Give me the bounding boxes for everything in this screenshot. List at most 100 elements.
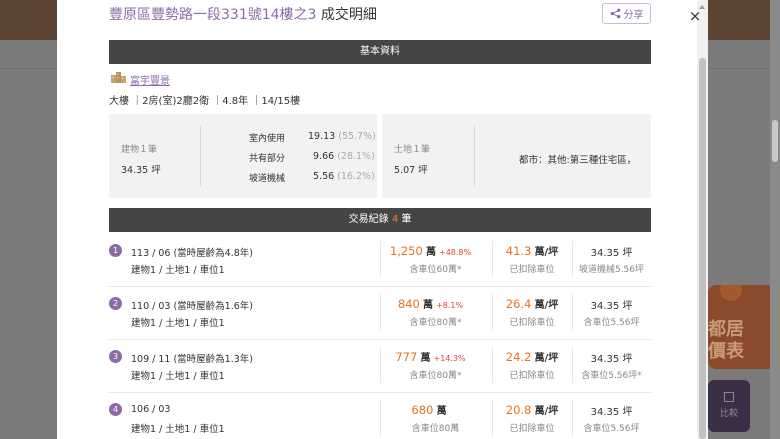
transaction-counts: 建物1 / 土地1 / 車位1 <box>131 318 225 329</box>
total-price: 680 萬 <box>380 402 481 417</box>
transaction-row[interactable]: 2 110 / 03 (當時屋齡為1.6年) 建物1 / 土地1 / 車位1 8… <box>109 288 651 340</box>
address-title: 豐原區豐勢路一段331號14樓之3 <box>109 7 317 23</box>
building-area: 34.35 坪 <box>121 165 161 176</box>
transaction-count: 4 <box>391 214 399 225</box>
transaction-header: 交易紀錄 4 筆 <box>109 208 651 232</box>
ramp-percent: (16.2%) <box>337 171 375 182</box>
price-value: 777 <box>395 350 418 364</box>
land-divider <box>474 126 475 186</box>
land-info-box: 土地１筆 5.07 坪 都市：其他:第三種住宅區， <box>382 114 651 198</box>
price-change: +8.1% <box>436 301 464 310</box>
building-count-label: 建物１筆 <box>121 145 158 155</box>
share-label: 分享 <box>623 10 644 21</box>
unit-price: 26.4 萬/坪 <box>492 296 572 311</box>
share-icon <box>610 8 620 19</box>
transaction-row[interactable]: 3 109 / 11 (當時屋齡為1.3年) 建物1 / 土地1 / 車位1 7… <box>109 341 651 393</box>
area-value: 34.35 坪 <box>590 407 633 418</box>
row-divider <box>109 286 651 287</box>
unit-price-note: 已扣除車位 <box>509 424 555 434</box>
area-value: 34.35 坪 <box>590 354 633 365</box>
unit-price-unit: 萬/坪 <box>534 247 559 258</box>
page-scrollbar[interactable] <box>770 0 780 439</box>
modal-scrollbar[interactable] <box>697 0 708 439</box>
building-icon <box>111 72 126 83</box>
land-count-label: 土地１筆 <box>394 145 431 155</box>
basic-info-header: 基本資料 <box>109 40 651 64</box>
unit-price-value: 26.4 <box>505 297 532 311</box>
price-unit: 萬 <box>426 247 436 258</box>
unit-price-value: 24.2 <box>505 350 532 364</box>
unit-price-note: 已扣除車位 <box>509 318 555 328</box>
common-percent: (28.1%) <box>337 151 375 162</box>
price-unit: 萬 <box>423 300 434 311</box>
unit-price-value: 41.3 <box>505 244 532 258</box>
compare-button: 比較 <box>708 380 750 432</box>
price-value: 1,250 <box>389 244 423 258</box>
page-scrollbar-thumb[interactable] <box>772 120 778 162</box>
area-note: 坡道機械5.56坪 <box>578 265 645 275</box>
building-info-box: 建物１筆 34.35 坪 室內使用 19.13 (55.7%) 共有部分 9.6… <box>109 114 377 198</box>
property-summary: 大樓 ｜2房(室)2廳2衛 ｜4.8年 ｜14/15樓 <box>109 96 301 107</box>
area-note: 含車位5.56坪* <box>581 371 642 381</box>
modal-scrollbar-thumb[interactable] <box>699 58 706 439</box>
transaction-counts: 建物1 / 土地1 / 車位1 <box>131 424 225 435</box>
row-number-badge: 4 <box>109 403 122 416</box>
area-value: 34.35 坪 <box>590 248 633 259</box>
price-note: 含車位60萬* <box>409 265 462 275</box>
price-unit: 萬 <box>436 406 447 417</box>
unit-price-value: 20.8 <box>505 403 532 417</box>
transaction-row[interactable]: 4 106 / 03 建物1 / 土地1 / 車位1 680 萬 含車位80萬 … <box>109 394 651 439</box>
row-number-badge: 3 <box>109 350 122 363</box>
zoning-text: 都市：其他:第三種住宅區， <box>519 155 637 166</box>
price-note: 含車位80萬* <box>409 318 462 328</box>
transaction-counts: 建物1 / 土地1 / 車位1 <box>131 265 225 276</box>
land-area: 5.07 坪 <box>394 165 428 176</box>
coin-icon <box>720 285 742 301</box>
area-note: 含車位5.56坪 <box>583 424 640 434</box>
indoor-value: 19.13 (55.7%) <box>308 131 376 142</box>
compare-label: 比較 <box>719 409 738 419</box>
total-price: 777 萬 +14.3% <box>380 349 481 364</box>
price-unit: 萬 <box>420 353 431 364</box>
indoor-label: 室內使用 <box>249 134 286 144</box>
price-change: +48.8% <box>439 248 472 257</box>
price-change: +14.3% <box>433 354 466 363</box>
ramp-value: 5.56 (16.2%) <box>313 171 375 182</box>
unit-price: 41.3 萬/坪 <box>492 243 572 258</box>
total-price: 840 萬 +8.1% <box>380 296 481 311</box>
price-note: 含車位80萬* <box>409 371 462 381</box>
unit-price-unit: 萬/坪 <box>534 353 559 364</box>
transaction-date: 110 / 03 (當時屋齡為1.6年) <box>131 301 254 312</box>
unit-price-note: 已扣除車位 <box>509 265 555 275</box>
close-button[interactable]: × <box>688 9 702 24</box>
unit-price: 24.2 萬/坪 <box>492 349 572 364</box>
unit-price: 20.8 萬/坪 <box>492 402 572 417</box>
row-number-badge: 2 <box>109 297 122 310</box>
title-suffix: 成交明細 <box>320 7 377 23</box>
transaction-header-label: 交易紀錄 <box>348 214 389 225</box>
row-divider <box>109 339 651 340</box>
common-value: 9.66 (28.1%) <box>313 151 375 162</box>
common-label: 共有部分 <box>249 154 286 164</box>
ramp-label: 坡道機械 <box>249 174 286 184</box>
page-title: 豐原區豐勢路一段331號14樓之3 成交明細 <box>109 4 377 24</box>
price-value: 840 <box>397 297 420 311</box>
area-value: 34.35 坪 <box>590 301 633 312</box>
transaction-header-suffix: 筆 <box>401 214 412 225</box>
transaction-counts: 建物1 / 土地1 / 車位1 <box>131 371 225 382</box>
transaction-date: 106 / 03 <box>131 404 171 415</box>
row-divider <box>109 392 651 393</box>
share-button[interactable]: 分享 <box>602 3 651 24</box>
price-note: 含車位80萬 <box>411 424 460 434</box>
promo-line-2: 價表 <box>708 341 744 362</box>
transaction-date: 113 / 06 (當時屋齡為4.8年) <box>131 248 254 259</box>
community-link[interactable]: 富宇豐景 <box>130 72 170 87</box>
transaction-row[interactable]: 1 113 / 06 (當時屋齡為4.8年) 建物1 / 土地1 / 車位1 1… <box>109 235 651 287</box>
unit-price-unit: 萬/坪 <box>534 406 559 417</box>
common-number: 9.66 <box>313 151 335 162</box>
total-price: 1,250 萬 +48.8% <box>380 243 481 258</box>
ramp-number: 5.56 <box>313 171 335 182</box>
indoor-number: 19.13 <box>308 131 336 142</box>
area-note: 含車位5.56坪 <box>583 318 640 328</box>
unit-price-note: 已扣除車位 <box>509 371 555 381</box>
